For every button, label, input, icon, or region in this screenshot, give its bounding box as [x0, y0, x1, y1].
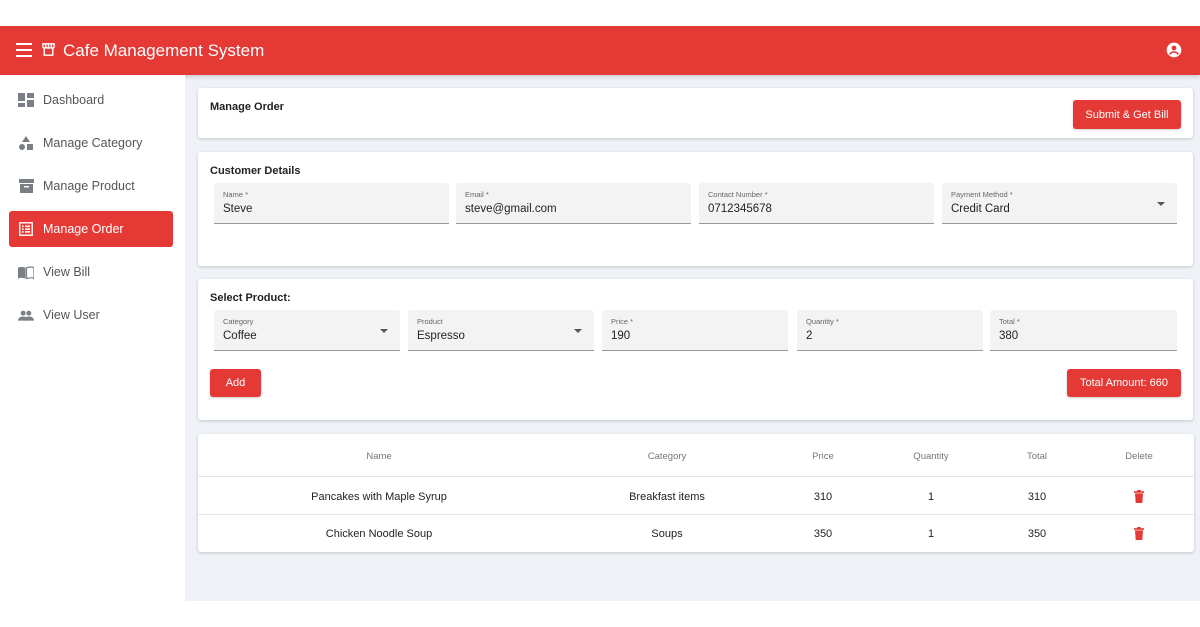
field-value: 2 [806, 330, 813, 342]
cell-quantity: 1 [927, 528, 935, 540]
email-field[interactable]: Email * steve@gmail.com [456, 183, 691, 224]
page-title: Manage Order [210, 101, 284, 113]
sidebar: Dashboard Manage Category Manage Product… [0, 75, 185, 601]
app-frame: Cafe Management System Dashboard Manage … [0, 26, 1200, 601]
dropdown-arrow-icon [1157, 202, 1165, 206]
import-contacts-icon [18, 264, 34, 280]
dashboard-icon [18, 92, 34, 108]
field-label: Name * [223, 190, 249, 199]
account-circle-icon[interactable] [1166, 42, 1182, 58]
row-divider [198, 514, 1194, 515]
column-header-category: Category [647, 451, 687, 462]
payment-method-select[interactable]: Payment Method * Credit Card [942, 183, 1177, 224]
column-header-quantity: Quantity [913, 451, 949, 462]
field-value: Steve [223, 203, 253, 215]
column-header-delete: Delete [1125, 451, 1153, 462]
quantity-field[interactable]: Quantity * 2 [797, 310, 983, 351]
cell-price: 350 [813, 528, 833, 540]
field-label: Email * [465, 190, 489, 199]
submit-and-get-bill-button[interactable]: Submit & Get Bill [1073, 100, 1181, 129]
order-table: Name Category Price Quantity Total Delet… [198, 434, 1194, 552]
column-header-name: Name [366, 451, 392, 462]
sidebar-item-manage-product[interactable]: Manage Product [9, 168, 173, 204]
field-value: 0712345678 [708, 203, 772, 215]
field-label: Total * [999, 317, 1020, 326]
field-label: Price * [611, 317, 634, 326]
section-title: Select Product: [210, 292, 291, 304]
field-label: Payment Method * [951, 190, 1013, 199]
contact-number-field[interactable]: Contact Number * 0712345678 [699, 183, 934, 224]
field-label: Category [223, 317, 254, 326]
sidebar-item-dashboard[interactable]: Dashboard [9, 82, 173, 118]
add-button[interactable]: Add [210, 369, 261, 397]
top-toolbar: Cafe Management System [0, 26, 1200, 75]
field-value: steve@gmail.com [465, 203, 557, 215]
store-icon [42, 43, 55, 56]
sidebar-item-label: Dashboard [43, 93, 105, 107]
sidebar-item-label: View Bill [43, 265, 91, 279]
name-field[interactable]: Name * Steve [214, 183, 449, 224]
menu-icon[interactable] [16, 43, 32, 57]
field-value: Credit Card [951, 203, 1010, 215]
price-field[interactable]: Price * 190 [602, 310, 788, 351]
cell-price: 310 [813, 491, 833, 503]
sidebar-item-label: Manage Order [43, 222, 124, 236]
sidebar-item-view-bill[interactable]: View Bill [9, 254, 173, 290]
row-divider [198, 476, 1194, 477]
section-title: Customer Details [210, 165, 301, 177]
field-label: Product [417, 317, 443, 326]
people-icon [18, 307, 34, 323]
cell-total: 350 [1027, 528, 1047, 540]
sidebar-item-manage-order[interactable]: Manage Order [9, 211, 173, 247]
cell-name: Chicken Noodle Soup [325, 528, 433, 540]
app-title: Cafe Management System [63, 41, 265, 60]
sidebar-item-view-user[interactable]: View User [9, 297, 173, 333]
column-header-price: Price [812, 451, 834, 462]
cell-category: Breakfast items [629, 491, 705, 503]
sidebar-item-label: Manage Category [43, 136, 143, 150]
field-label: Quantity * [806, 317, 839, 326]
total-amount-button[interactable]: Total Amount: 660 [1067, 369, 1181, 397]
product-select[interactable]: Product Espresso [408, 310, 594, 351]
sidebar-item-label: Manage Product [43, 179, 135, 193]
cell-quantity: 1 [927, 491, 935, 503]
manage-order-card: Manage Order Submit & Get Bill [198, 88, 1193, 138]
column-header-total: Total [1026, 451, 1048, 462]
total-field[interactable]: Total * 380 [990, 310, 1177, 351]
category-icon [18, 135, 34, 151]
field-value: Coffee [223, 330, 257, 342]
delete-icon[interactable] [1134, 527, 1144, 540]
dropdown-arrow-icon [574, 329, 582, 333]
list-alt-icon [18, 221, 34, 237]
field-label: Contact Number * [708, 190, 768, 199]
sidebar-item-manage-category[interactable]: Manage Category [9, 125, 173, 161]
dropdown-arrow-icon [380, 329, 388, 333]
cell-name: Pancakes with Maple Syrup [311, 491, 447, 503]
inventory-icon [18, 178, 34, 194]
cell-category: Soups [651, 528, 683, 540]
select-product-card: Select Product: Category Coffee Product … [198, 279, 1193, 420]
cell-total: 310 [1027, 491, 1047, 503]
field-value: Espresso [417, 330, 465, 342]
field-value: 380 [999, 330, 1019, 342]
delete-icon[interactable] [1134, 490, 1144, 503]
customer-details-card: Customer Details Name * Steve Email * st… [198, 152, 1193, 266]
field-value: 190 [611, 330, 631, 342]
category-select[interactable]: Category Coffee [214, 310, 400, 351]
sidebar-item-label: View User [43, 308, 100, 322]
